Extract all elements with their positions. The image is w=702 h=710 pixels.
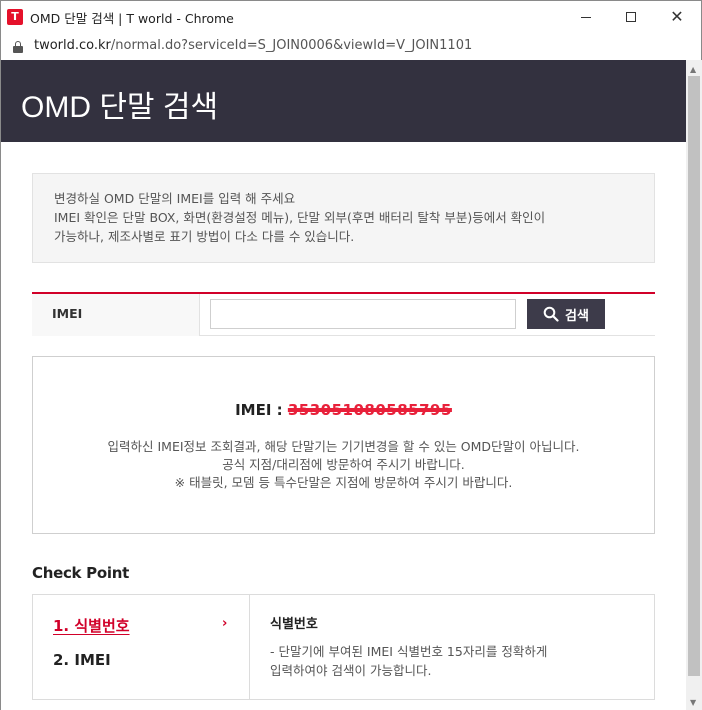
notice-line: IMEI 확인은 단말 BOX, 화면(환경설정 메뉴), 단말 외부(후면 배… [54,210,546,225]
url-path: /normal.do?serviceId=S_JOIN0006&viewId=V… [110,38,473,53]
title-bar[interactable]: T OMD 단말 검색 | T world - Chrome ✕ [1,1,701,33]
minimize-icon [581,16,591,18]
vertical-scrollbar[interactable]: ▲ ▼ [686,60,702,710]
scroll-down-arrow-icon[interactable]: ▼ [690,698,696,707]
scrollbar-thumb[interactable] [688,76,700,676]
lock-icon [13,41,23,53]
chevron-right-icon: › [222,616,228,631]
imei-input[interactable] [210,299,516,329]
result-message-line: ※ 태블릿, 모뎀 등 특수단말은 지점에 방문하여 주시기 바랍니다. [174,475,513,490]
imei-result-value: 353051080585795 [287,401,452,419]
result-message-line: 공식 지점/대리점에 방문하여 주시기 바랍니다. [222,457,465,472]
window-title: OMD 단말 검색 | T world - Chrome [30,11,234,26]
minimize-button[interactable] [563,1,609,33]
url-host: tworld.co.kr [34,38,111,53]
checkpoint-detail-title: 식별번호 [270,617,318,632]
address-bar[interactable]: tworld.co.kr/normal.do?serviceId=S_JOIN0… [1,33,701,60]
checkpoint-tabs: 1. 식별번호 › 2. IMEI [33,595,250,699]
close-icon: ✕ [670,7,684,26]
browser-window: T OMD 단말 검색 | T world - Chrome ✕ tworld.… [0,0,702,710]
maximize-button[interactable] [608,1,654,33]
search-icon [543,306,559,322]
checkpoint-detail: 식별번호 - 단말기에 부여된 IMEI 식별번호 15자리를 정확하게 입력하… [270,613,547,680]
search-button[interactable]: 검색 [527,299,605,329]
page-header: OMD 단말 검색 [1,60,686,142]
result-box: IMEI : 353051080585795 입력하신 IMEI정보 조회결과,… [32,356,655,534]
page-content: OMD 단말 검색 변경하실 OMD 단말의 IMEI를 입력 해 주세요 IM… [1,60,686,710]
scroll-up-arrow-icon[interactable]: ▲ [690,65,696,74]
checkpoint-title: Check Point [32,564,129,582]
search-label-cell: IMEI [32,294,200,336]
tworld-logo-icon: T [7,9,23,25]
search-button-label: 검색 [565,308,589,324]
imei-result-line: IMEI : 353051080585795 [33,401,654,419]
checkpoint-box: 1. 식별번호 › 2. IMEI 식별번호 - 단말기에 부여된 IMEI 식… [32,594,655,700]
close-button[interactable]: ✕ [654,1,700,33]
notice-line: 가능하나, 제조사별로 표기 방법이 다소 다를 수 있습니다. [54,229,355,244]
checkpoint-tab-identifier[interactable]: 1. 식별번호 [53,615,130,636]
imei-search-row: IMEI 검색 [32,292,655,336]
result-message: 입력하신 IMEI정보 조회결과, 해당 단말기는 기기변경을 할 수 있는 O… [33,438,654,492]
checkpoint-detail-line: 입력하여야 검색이 가능합니다. [270,663,432,678]
imei-result-prefix: IMEI : [235,401,288,419]
imei-label: IMEI [52,306,83,321]
maximize-icon [626,12,636,22]
checkpoint-tab-imei[interactable]: 2. IMEI [53,651,111,669]
page-title: OMD 단말 검색 [21,91,219,124]
url-text[interactable]: tworld.co.kr/normal.do?serviceId=S_JOIN0… [34,38,472,53]
checkpoint-detail-line: - 단말기에 부여된 IMEI 식별번호 15자리를 정확하게 [270,644,548,659]
notice-box: 변경하실 OMD 단말의 IMEI를 입력 해 주세요 IMEI 확인은 단말 … [32,173,655,263]
result-message-line: 입력하신 IMEI정보 조회결과, 해당 단말기는 기기변경을 할 수 있는 O… [107,439,580,454]
notice-line: 변경하실 OMD 단말의 IMEI를 입력 해 주세요 [54,191,296,206]
